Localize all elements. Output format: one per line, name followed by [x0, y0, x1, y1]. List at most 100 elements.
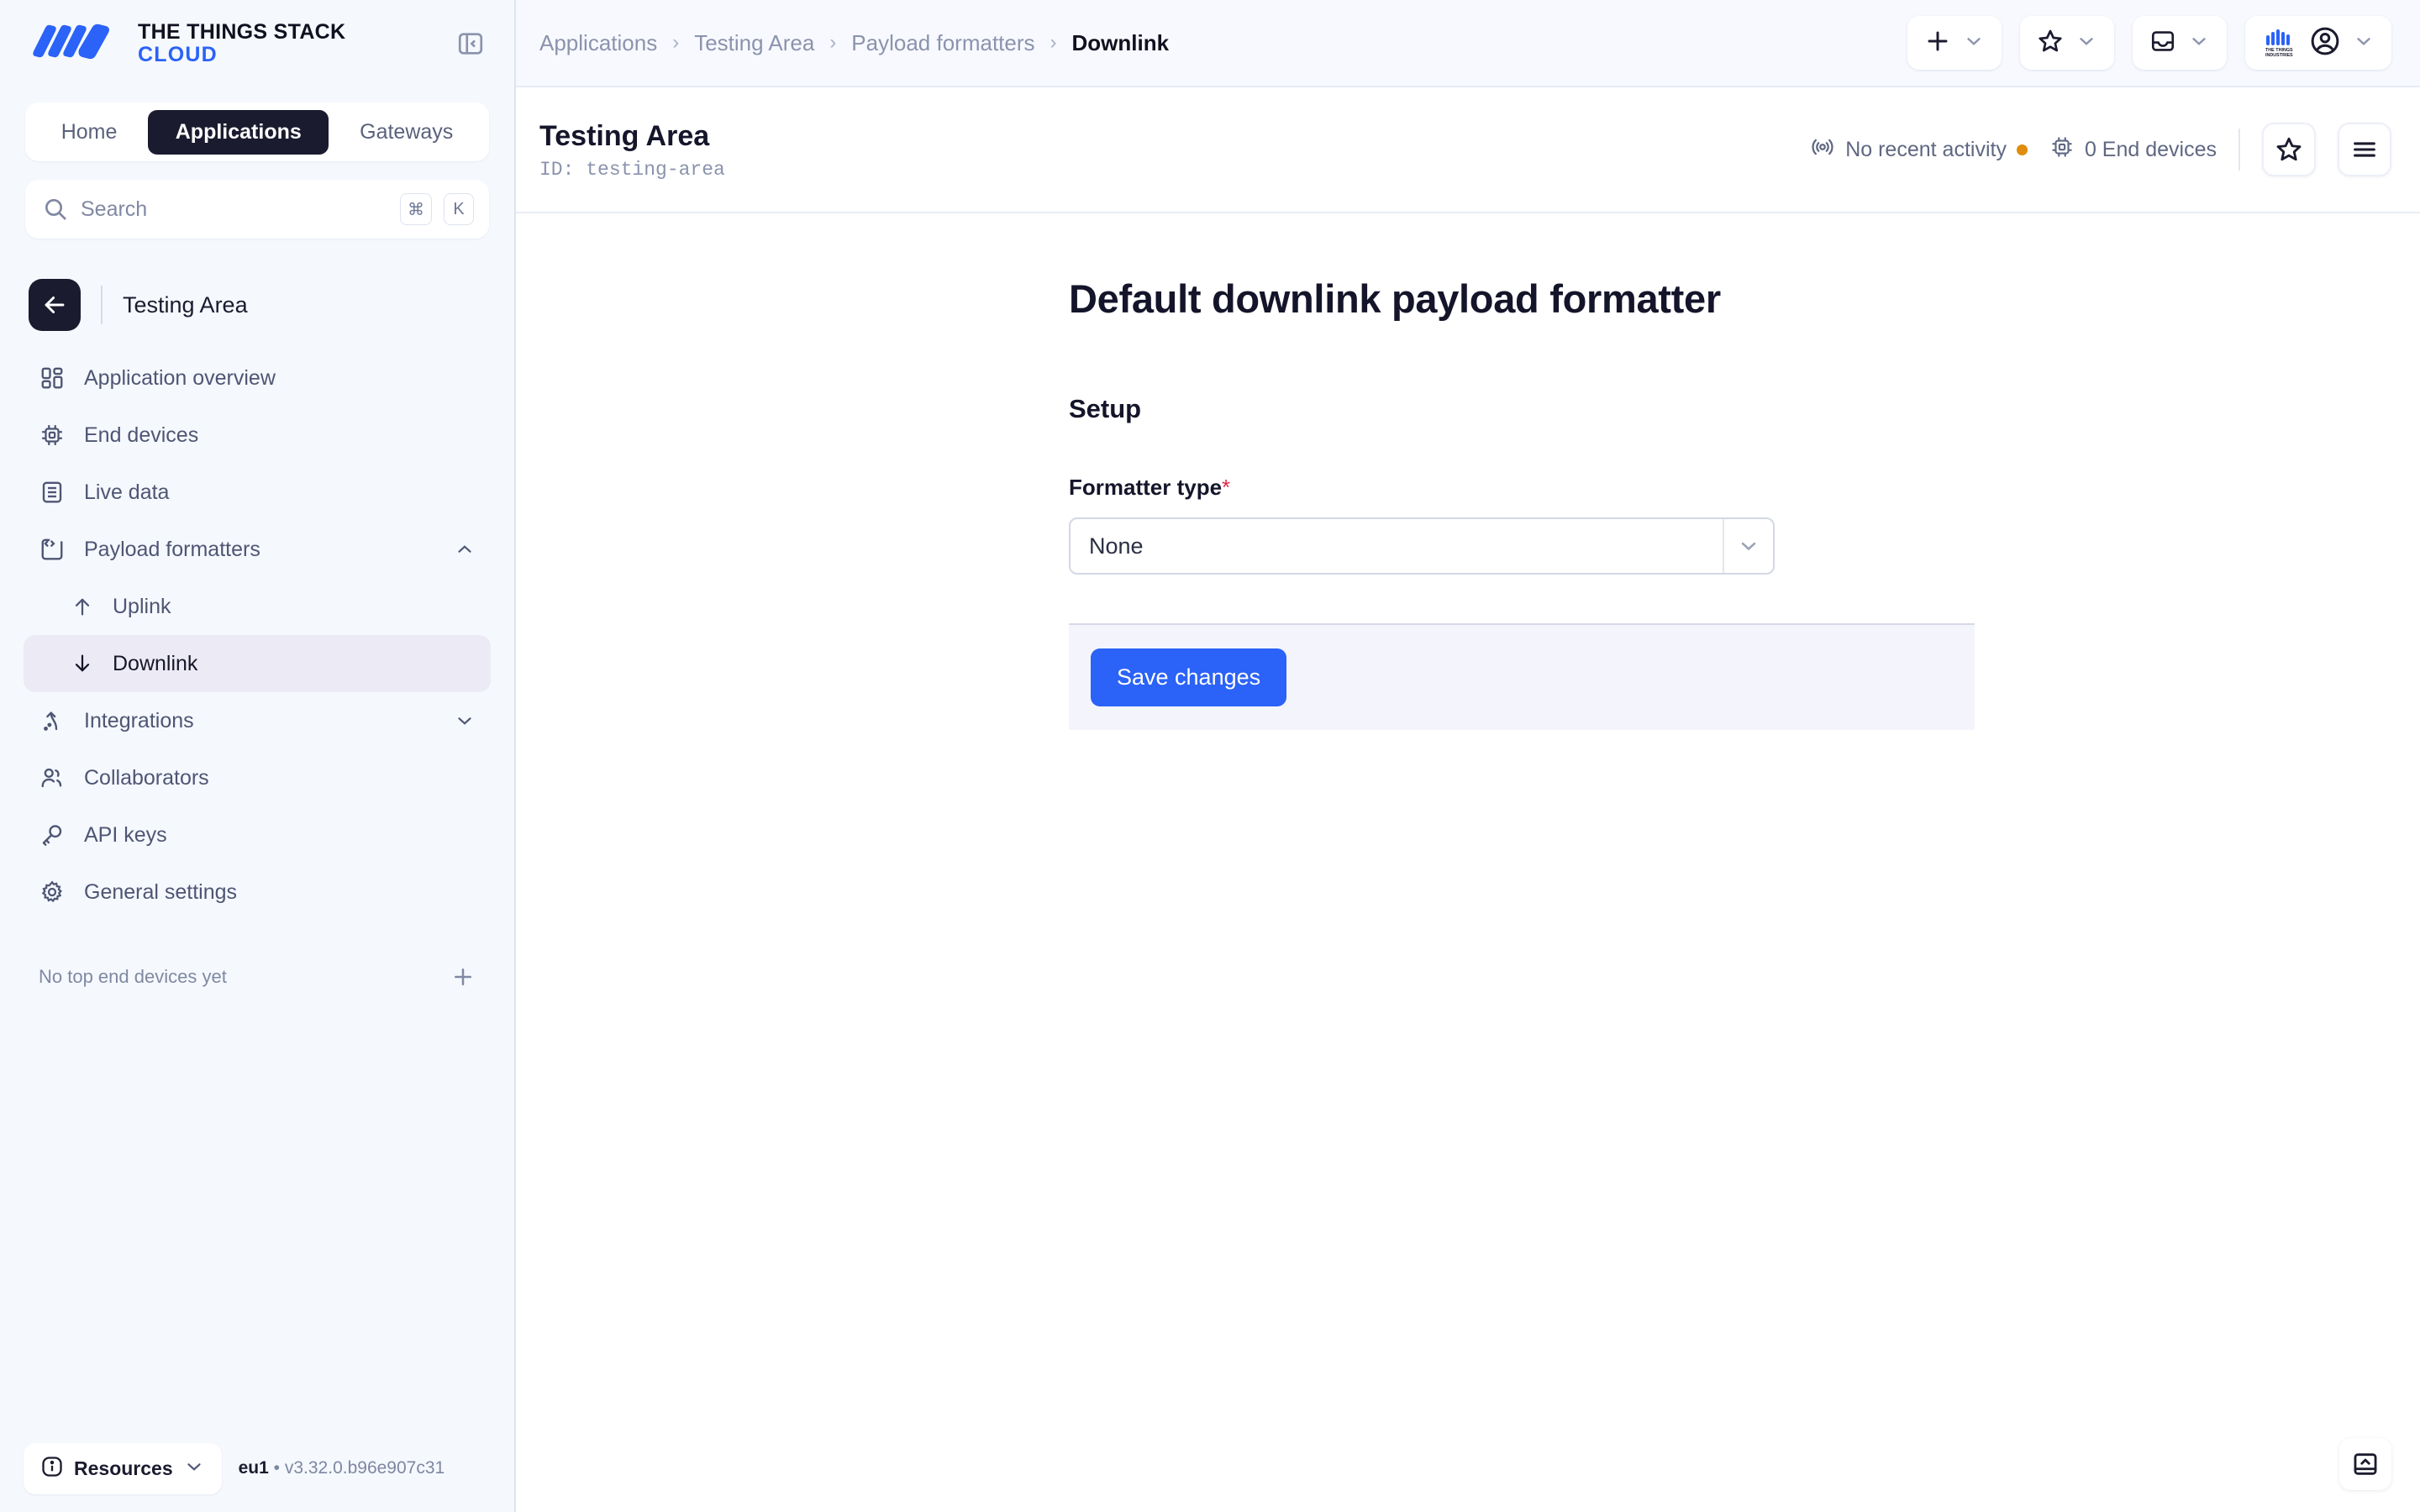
- sidebar-item-uplink[interactable]: Uplink: [24, 578, 491, 635]
- save-button[interactable]: Save changes: [1091, 648, 1287, 706]
- content-area: Default downlink payload formatter Setup…: [516, 213, 2420, 1512]
- version-separator: •: [273, 1458, 281, 1478]
- sidebar-item-label: Downlink: [113, 651, 198, 675]
- sidebar-item-label: Payload formatters: [84, 537, 260, 561]
- breadcrumb: Applications › Testing Area › Payload fo…: [539, 30, 1169, 56]
- search-shortcut-key: K: [444, 193, 474, 225]
- sidebar-item-collaborators[interactable]: Collaborators: [24, 749, 491, 806]
- tab-home[interactable]: Home: [34, 110, 145, 155]
- add-button[interactable]: [1907, 16, 2002, 70]
- required-marker: *: [1222, 475, 1231, 500]
- tab-gateways[interactable]: Gateways: [332, 110, 481, 155]
- sidebar-item-live-data[interactable]: Live data: [24, 464, 491, 521]
- arrow-up-icon: [69, 593, 96, 620]
- brand-logo[interactable]: THE THINGS STACK CLOUD: [29, 21, 345, 66]
- page-title: Testing Area: [539, 120, 710, 153]
- sidebar-item-general-settings[interactable]: General settings: [24, 864, 491, 921]
- sidebar-nav: Application overview End devices Live da…: [0, 349, 514, 921]
- back-button[interactable]: [29, 279, 81, 331]
- chevron-down-icon: [1723, 519, 1773, 573]
- gear-icon: [39, 879, 66, 906]
- account-button[interactable]: THE THINGS INDUSTRIES: [2245, 16, 2391, 70]
- search-icon: [45, 199, 66, 220]
- sidebar-item-payload-formatters[interactable]: Payload formatters: [24, 521, 491, 578]
- breadcrumb-item-applications[interactable]: Applications: [539, 30, 657, 56]
- chip-icon: [2049, 134, 2075, 165]
- entity-menu-button[interactable]: [2338, 123, 2391, 176]
- breadcrumb-item-downlink: Downlink: [1071, 29, 1170, 55]
- breadcrumb-bar: Applications › Testing Area › Payload fo…: [516, 0, 2420, 87]
- sidebar-item-integrations[interactable]: Integrations: [24, 692, 491, 749]
- svg-text:INDUSTRIES: INDUSTRIES: [2265, 53, 2293, 58]
- activity-status: No recent activity: [1810, 134, 2028, 165]
- chevron-down-icon: [183, 1456, 205, 1482]
- sidebar-item-label: Application overview: [84, 365, 276, 390]
- panel-collapse-left-icon[interactable]: [452, 25, 489, 62]
- sidebar: THE THINGS STACK CLOUD Home Applications…: [0, 0, 516, 1512]
- key-icon: [39, 822, 66, 848]
- things-industries-logo-icon: THE THINGS INDUSTRIES: [2262, 24, 2297, 63]
- sidebar-item-label: API keys: [84, 822, 167, 847]
- bookmarks-button[interactable]: [2020, 16, 2114, 70]
- end-devices-label: 0 End devices: [2084, 137, 2217, 161]
- entity-meta: No recent activity 0 End devices: [1810, 123, 2391, 176]
- divider: [101, 286, 103, 324]
- entity-id: ID: testing-area: [539, 158, 725, 181]
- brand-line-1: THE THINGS STACK: [138, 20, 346, 44]
- chevron-up-icon[interactable]: [454, 538, 476, 560]
- resources-label: Resources: [74, 1457, 173, 1479]
- sidebar-item-end-devices[interactable]: End devices: [24, 407, 491, 464]
- search-shortcut-modifier: ⌘: [400, 193, 432, 225]
- chevron-down-icon[interactable]: [454, 710, 476, 732]
- version-label: v3.32.0.b96e907c31: [284, 1458, 445, 1478]
- version-info: eu1 • v3.32.0.b96e907c31: [239, 1458, 445, 1478]
- brand-logo-text: THE THINGS STACK CLOUD: [138, 21, 345, 66]
- breadcrumb-item-payload-formatters[interactable]: Payload formatters: [851, 30, 1034, 56]
- resources-button[interactable]: Resources: [24, 1442, 222, 1494]
- users-icon: [39, 764, 66, 791]
- formatter-type-select[interactable]: None: [1069, 517, 1775, 575]
- sidebar-item-downlink[interactable]: Downlink: [24, 635, 491, 692]
- breadcrumb-item-testing-area[interactable]: Testing Area: [694, 30, 814, 56]
- chevron-down-icon: [2353, 30, 2375, 56]
- info-circle-icon: [40, 1455, 64, 1483]
- sidebar-item-application-overview[interactable]: Application overview: [24, 349, 491, 407]
- top-end-devices-section: No top end devices yet: [24, 954, 491, 1000]
- panel-expand-up-icon[interactable]: [2339, 1438, 2391, 1490]
- code-brackets-icon: [39, 536, 66, 563]
- notifications-button[interactable]: [2133, 16, 2227, 70]
- formatter-type-field: Formatter type* None: [516, 475, 2420, 575]
- arrow-left-icon: [45, 297, 65, 313]
- sidebar-item-api-keys[interactable]: API keys: [24, 806, 491, 864]
- sidebar-item-label: General settings: [84, 879, 238, 904]
- activity-label: No recent activity: [1845, 137, 2007, 161]
- end-devices-count: 0 End devices: [2049, 134, 2217, 165]
- chevron-down-icon: [2188, 30, 2210, 56]
- star-icon: [2037, 28, 2064, 59]
- brand-line-2: CLOUD: [138, 43, 218, 66]
- breadcrumb-separator: ›: [829, 31, 837, 54]
- main-area: Applications › Testing Area › Payload fo…: [516, 0, 2420, 1512]
- entity-identity: Testing Area ID: testing-area: [539, 118, 725, 181]
- bookmark-entity-button[interactable]: [2262, 123, 2316, 176]
- inbox-icon: [2149, 28, 2176, 59]
- arrow-down-icon: [69, 650, 96, 677]
- app-root: THE THINGS STACK CLOUD Home Applications…: [0, 0, 2420, 1512]
- sidebar-item-label: Uplink: [113, 594, 171, 618]
- top-end-devices-empty-label: No top end devices yet: [39, 966, 227, 987]
- plus-icon[interactable]: [450, 964, 476, 990]
- user-avatar-icon: [2309, 25, 2341, 61]
- breadcrumb-separator: ›: [672, 31, 680, 54]
- formatter-type-label-row: Formatter type*: [1069, 475, 2420, 501]
- search-bar[interactable]: ⌘ K: [25, 180, 489, 239]
- form-actions-bar: Save changes: [1069, 623, 1975, 730]
- sidebar-footer: Resources eu1 • v3.32.0.b96e907c31: [0, 1425, 514, 1512]
- hamburger-menu-icon: [2354, 142, 2375, 157]
- sidebar-entity-name: Testing Area: [123, 291, 248, 318]
- search-input[interactable]: [81, 197, 388, 222]
- document-lines-icon: [39, 479, 66, 506]
- tab-applications[interactable]: Applications: [148, 109, 329, 155]
- integrations-icon: [39, 707, 66, 734]
- divider: [2238, 129, 2240, 171]
- sidebar-item-label: End devices: [84, 423, 199, 447]
